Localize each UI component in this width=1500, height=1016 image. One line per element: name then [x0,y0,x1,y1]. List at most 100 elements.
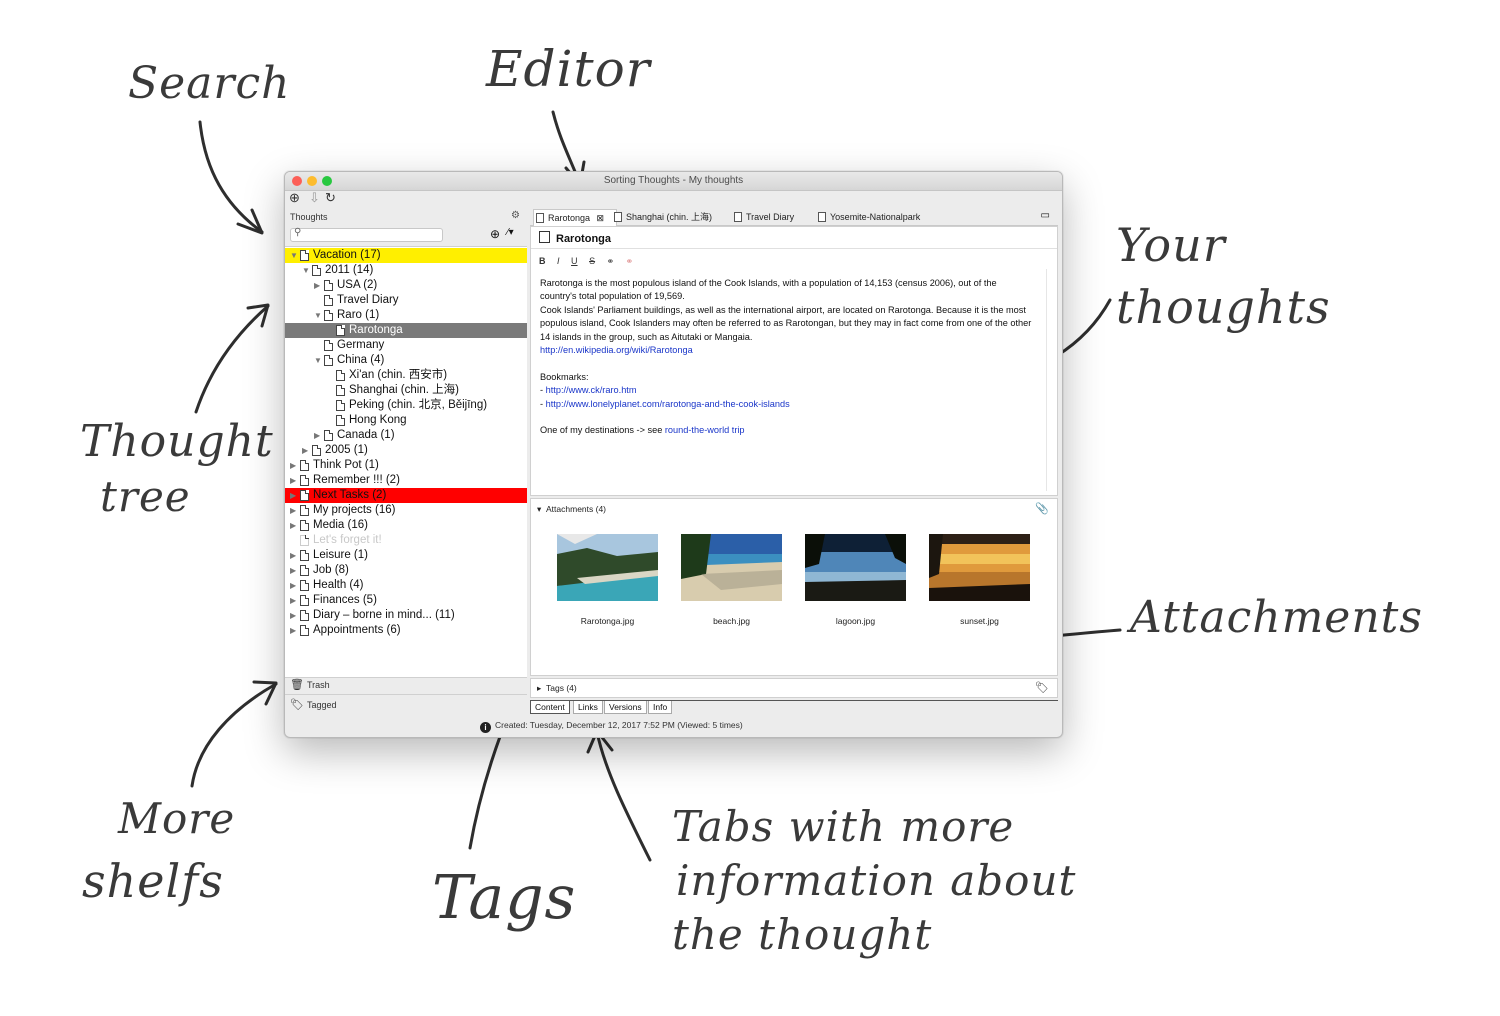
shelf-tagged[interactable]: 🏷 Tagged [285,696,527,714]
tree-node[interactable]: ▶ Next Tasks (2) [285,488,527,503]
tab-versions[interactable]: Versions [604,701,647,714]
editor-scrollbar[interactable] [1046,269,1054,491]
tags-panel[interactable]: ▸ Tags (4) 🏷 [530,678,1058,698]
tree-node[interactable]: Germany [285,338,527,353]
tree-node[interactable]: ▶ Job (8) [285,563,527,578]
disclosure-closed-icon[interactable]: ▶ [290,518,298,533]
thought-content[interactable]: Rarotonga is the most populous island of… [540,277,1035,438]
tree-node-label: Let's forget it! [313,534,382,546]
maximize-editor-icon[interactable]: ▭ [1041,210,1050,221]
doc-icon [734,212,742,222]
tree-node[interactable]: Xi'an (chin. 西安市) [285,368,527,383]
tree-node[interactable]: Rarotonga [285,323,527,338]
tree-node[interactable]: ▼ Vacation (17) [285,248,527,263]
tree-node[interactable]: ▶ 2005 (1) [285,443,527,458]
doc-icon [336,400,345,411]
tab-yosemite[interactable]: Yosemite-Nationalpark [816,209,920,225]
thought-title-text: Rarotonga [556,233,611,245]
attachment-item[interactable]: lagoon.jpg [805,534,906,626]
annotation-tabs-3: the thought [672,910,933,959]
disclosure-open-icon[interactable]: ▼ [302,263,310,278]
annotation-search: Search [128,58,291,109]
disclosure-closed-icon[interactable]: ▶ [290,623,298,638]
strikethrough-button[interactable]: S [589,256,595,266]
bold-button[interactable]: B [539,256,546,266]
tree-node[interactable]: ▼ China (4) [285,353,527,368]
disclosure-closed-icon[interactable]: ▶ [290,473,298,488]
bookmark-link-2[interactable]: http://www.lonelyplanet.com/rarotonga-an… [546,399,790,409]
tab-yosemite-label: Yosemite-Nationalpark [830,212,921,222]
bookmark-link-1[interactable]: http://www.ck/raro.htm [546,385,637,395]
tree-node[interactable]: Peking (chin. 北京, Běijīng) [285,398,527,413]
disclosure-closed-icon[interactable]: ▶ [302,443,310,458]
tree-options-icon[interactable]: ⚙ [511,210,520,221]
tree-node[interactable]: ▶ Remember !!! (2) [285,473,527,488]
title-divider [531,248,1057,249]
tab-links[interactable]: Links [573,701,603,714]
tag-icon[interactable]: 🏷 [1035,681,1049,694]
tab-content[interactable]: Content [530,701,570,714]
tags-header: ▸ Tags (4) [537,683,577,694]
destination-text: One of my destinations -> see [540,425,665,436]
disclosure-closed-icon[interactable]: ▶ [290,593,298,608]
tree-node[interactable]: ▼ 2011 (14) [285,263,527,278]
tab-travel-diary[interactable]: Travel Diary [732,209,794,225]
disclosure-closed-icon[interactable]: ▶ [290,488,298,503]
disclosure-open-icon[interactable]: ▼ [314,308,322,323]
link-icon[interactable]: ⚭ [607,256,615,266]
disclosure-closed-icon[interactable]: ▶ [290,608,298,623]
tree-node[interactable]: Shanghai (chin. 上海) [285,383,527,398]
disclosure-closed-icon[interactable]: ▶ [314,428,322,443]
filter-icon[interactable]: ⁄▾ [507,227,514,238]
tree-node[interactable]: ▶ USA (2) [285,278,527,293]
disclosure-open-icon[interactable]: ▼ [314,353,322,368]
attachments-header[interactable]: ▾ Attachments (4) [537,504,606,515]
sync-icon[interactable]: ↻ [325,191,336,205]
wiki-link[interactable]: http://en.wikipedia.org/wiki/Rarotonga [540,345,693,355]
close-tab-icon[interactable]: ⊠ [597,213,605,223]
attachment-item[interactable]: beach.jpg [681,534,782,626]
unlink-icon[interactable]: ⚭ [626,256,634,266]
italic-button[interactable]: I [557,256,560,266]
underline-button[interactable]: U [571,256,578,266]
new-thought-icon[interactable]: ⊕ [289,191,300,205]
disclosure-open-icon[interactable]: ▼ [290,248,298,263]
tree-node[interactable]: Hong Kong [285,413,527,428]
disclosure-closed-icon[interactable]: ▶ [314,278,322,293]
disclosure-closed-icon[interactable]: ▶ [290,578,298,593]
tree-node[interactable]: ▶ My projects (16) [285,503,527,518]
shelf-trash[interactable]: 🗑 Trash [285,676,527,695]
tab-rarotonga[interactable]: Rarotonga ⊠ [533,209,617,226]
tree-node[interactable]: ▼ Raro (1) [285,308,527,323]
tree-node-label: Finances (5) [313,594,377,606]
tree-node[interactable]: ▶ Think Pot (1) [285,458,527,473]
tree-node-label: Health (4) [313,579,364,591]
tab-shanghai[interactable]: Shanghai (chin. 上海) [612,209,712,225]
attachment-item[interactable]: Rarotonga.jpg [557,534,658,626]
tree-node[interactable]: ▶ Finances (5) [285,593,527,608]
tree-node[interactable]: ▶ Leisure (1) [285,548,527,563]
tree-node-label: My projects (16) [313,504,396,516]
add-thought-icon[interactable]: ⊕ [490,227,500,241]
tree-node[interactable]: Let's forget it! [285,533,527,548]
attachment-item[interactable]: sunset.jpg [929,534,1030,626]
import-icon[interactable]: ⇩ [309,191,320,205]
tree-node[interactable]: ▶ Canada (1) [285,428,527,443]
tree-node[interactable]: ▶ Appointments (6) [285,623,527,638]
search-input[interactable]: ⚲ [290,227,443,242]
thought-editor[interactable]: Rarotonga B I U S ⚭ ⚭ Rarotonga is the m… [530,226,1058,496]
doc-icon [336,415,345,426]
tree-node[interactable]: ▶ Media (16) [285,518,527,533]
tree-node[interactable]: Travel Diary [285,293,527,308]
paperclip-icon[interactable]: 📎 [1035,502,1049,515]
tree-node[interactable]: ▶ Diary – borne in mind... (11) [285,608,527,623]
tab-info[interactable]: Info [648,701,673,714]
doc-icon [300,580,309,591]
disclosure-closed-icon[interactable]: ▶ [290,458,298,473]
tree-node[interactable]: ▶ Health (4) [285,578,527,593]
disclosure-closed-icon[interactable]: ▶ [290,548,298,563]
disclosure-closed-icon[interactable]: ▶ [290,503,298,518]
attachment-name: beach.jpg [713,616,750,626]
disclosure-closed-icon[interactable]: ▶ [290,563,298,578]
destination-link[interactable]: round-the-world trip [665,425,745,435]
